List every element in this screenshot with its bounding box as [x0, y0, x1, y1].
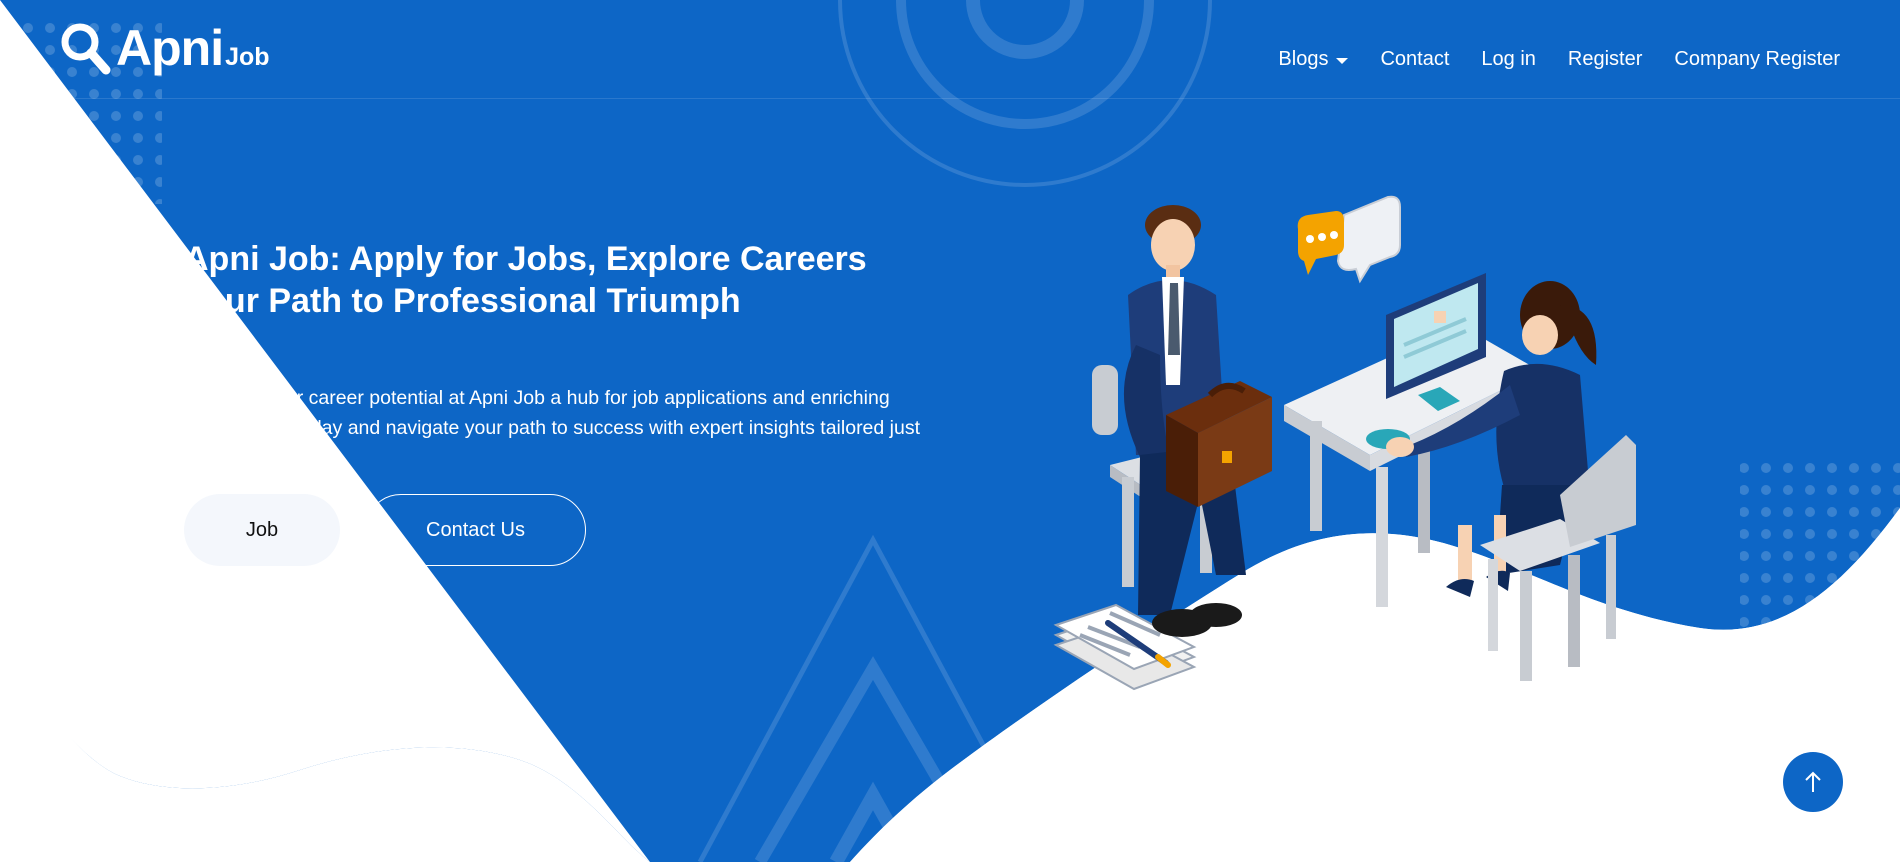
job-button[interactable]: Job [184, 494, 340, 566]
back-to-top-button[interactable] [1783, 752, 1843, 812]
chevron-down-icon [1336, 57, 1349, 64]
site-logo[interactable]: Apni Job [58, 20, 270, 76]
chat-bubble-icon [1297, 195, 1401, 284]
logo-text: Apni [116, 20, 224, 76]
nav-register[interactable]: Register [1568, 48, 1642, 71]
hero-section: Apni Job Blogs Contact Log in Register C… [0, 0, 1900, 862]
arrow-up-icon [1805, 771, 1821, 792]
nav-contact[interactable]: Contact [1380, 48, 1449, 71]
hero-title: Apni Job: Apply for Jobs, Explore Career… [184, 240, 867, 320]
nav-blogs[interactable]: Blogs [1278, 48, 1349, 71]
search-icon [61, 23, 111, 75]
site-header: Apni Job Blogs Contact Log in Register C… [0, 0, 1900, 99]
main-nav: Blogs Contact Log in Register Company Re… [1246, 48, 1840, 71]
contact-us-button[interactable]: Contact Us [365, 494, 586, 566]
nav-company-register[interactable]: Company Register [1674, 48, 1840, 71]
nav-blogs-label: Blogs [1278, 48, 1329, 70]
nav-login[interactable]: Log in [1481, 48, 1536, 71]
office-illustration [1053, 195, 1636, 691]
hero-description: Discover your career potential at Apni J… [184, 387, 921, 469]
logo-suffix: Job [225, 43, 270, 71]
